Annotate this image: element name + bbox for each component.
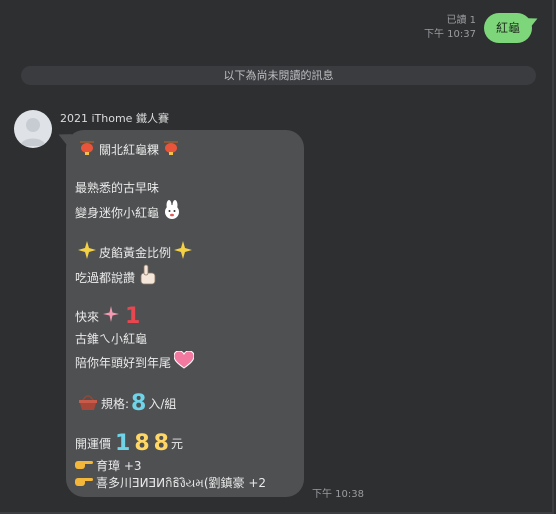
lantern-icon (162, 139, 180, 160)
outgoing-meta: 已讀 1 下午 10:37 (424, 14, 476, 42)
pointing-hand-icon (75, 457, 93, 475)
message-line: 關北紅龜粿 (75, 139, 183, 160)
price-digit: 8 (153, 431, 169, 456)
message-line: 最熟悉的古早味 (75, 181, 160, 195)
basket-icon (78, 392, 98, 415)
default-avatar-icon (20, 118, 46, 146)
sparkle-icon (78, 241, 96, 264)
message-line: 變身迷你小紅龜 (75, 200, 185, 225)
message-line: 開運價 1 8 8 元 (75, 431, 183, 456)
heart-icon (173, 350, 195, 374)
price-digit: 8 (134, 431, 150, 456)
plus-icon (102, 305, 120, 328)
unread-divider: 以下為尚未閱讀的訊息 (21, 66, 536, 85)
outgoing-time: 下午 10:37 (424, 29, 476, 40)
message-line: 吃過都說讚 (75, 264, 163, 291)
sender-avatar[interactable] (14, 110, 52, 148)
price-digit: 1 (115, 431, 131, 456)
message-line: 規格: 8 入/組 (75, 392, 176, 415)
message-line: 陪你年頭好到年尾 (75, 350, 197, 374)
read-status: 已讀 1 (446, 15, 476, 26)
outgoing-message-bubble[interactable]: 紅龜 (484, 13, 532, 43)
message-line: 皮餡黃金比例 (75, 241, 195, 264)
message-line: 古錐ㄟ小紅龜 (75, 332, 148, 346)
lantern-icon (78, 139, 96, 160)
message-line: 快來 1 (75, 303, 141, 329)
thumbs-up-icon (138, 264, 160, 291)
number-one: 1 (125, 303, 141, 329)
sparkle-icon (174, 241, 193, 264)
sender-name[interactable]: 2021 iThome 鐵人賽 (60, 111, 169, 126)
message-line: 育璋 +3 (75, 457, 142, 475)
incoming-time: 下午 10:38 (312, 489, 364, 500)
pointing-hand-icon (75, 474, 93, 492)
message-line: 喜多川ƎИƎИกิธิงิયમ(劉鎮豪 +2 (75, 474, 266, 492)
rabbit-emoji-icon (162, 200, 182, 225)
number-eight: 8 (131, 390, 147, 416)
